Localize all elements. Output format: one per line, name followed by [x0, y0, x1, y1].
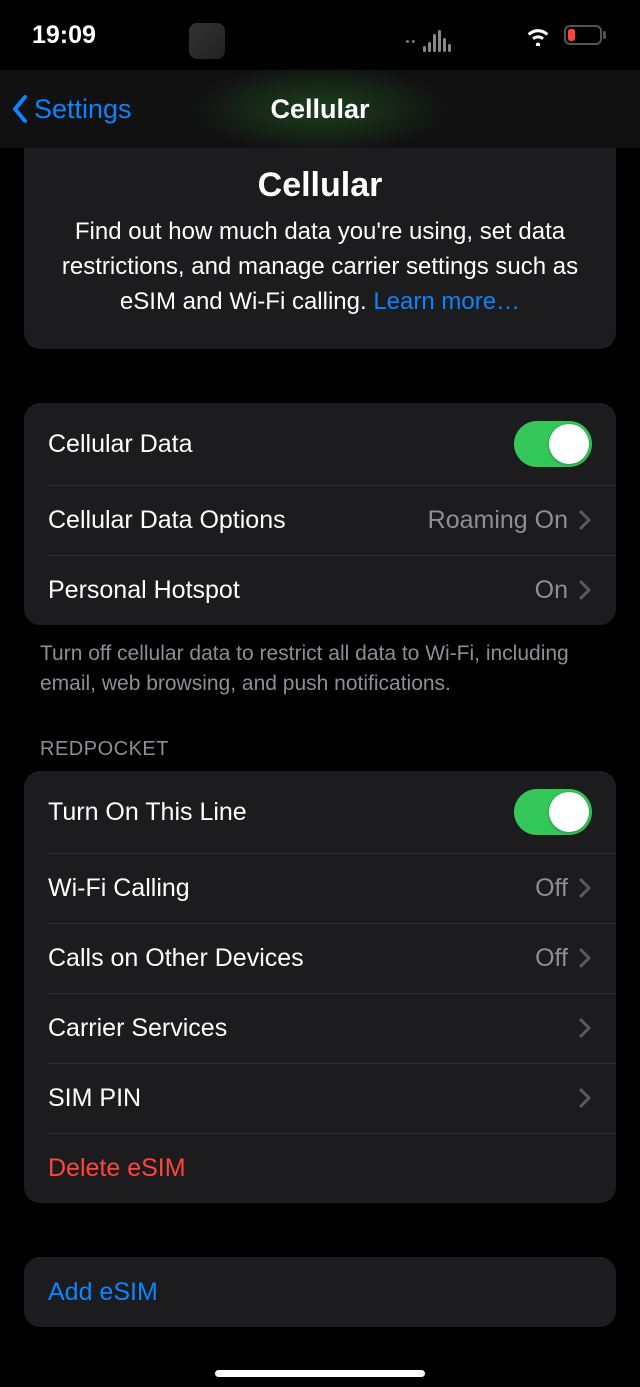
row-label: SIM PIN — [48, 1084, 578, 1113]
intro-title: Cellular — [48, 166, 592, 205]
row-label: Cellular Data — [48, 430, 514, 459]
row-value: On — [535, 576, 568, 605]
add-esim-row[interactable]: Add eSIM — [24, 1257, 616, 1327]
section1-footer: Turn off cellular data to restrict all d… — [0, 625, 640, 698]
row-label: Wi-Fi Calling — [48, 874, 535, 903]
cellular-data-options-row[interactable]: Cellular Data Options Roaming On — [24, 485, 616, 555]
chevron-left-icon — [10, 94, 30, 124]
battery-low-icon — [564, 24, 608, 46]
row-label: Turn On This Line — [48, 798, 514, 827]
status-time: 19:09 — [32, 21, 162, 50]
calls-on-other-devices-row[interactable]: Calls on Other Devices Off — [24, 923, 616, 993]
audio-waveform-icon — [423, 30, 451, 52]
row-value: Off — [535, 944, 568, 973]
row-label: Cellular Data Options — [48, 506, 428, 535]
wifi-calling-row[interactable]: Wi-Fi Calling Off — [24, 853, 616, 923]
cellular-data-toggle[interactable] — [514, 421, 592, 467]
navigation-bar: Settings Cellular — [0, 70, 640, 148]
row-label: Add eSIM — [48, 1278, 592, 1307]
row-label: Personal Hotspot — [48, 576, 535, 605]
add-esim-group: Add eSIM — [24, 1257, 616, 1327]
now-playing-thumbnail — [189, 23, 225, 59]
audio-dots-icon — [406, 40, 415, 43]
carrier-services-row[interactable]: Carrier Services — [24, 993, 616, 1063]
cellular-data-group: Cellular Data Cellular Data Options Roam… — [24, 403, 616, 625]
status-bar: 19:09 — [0, 0, 640, 70]
chevron-right-icon — [578, 579, 592, 601]
turn-on-line-row[interactable]: Turn On This Line — [24, 771, 616, 853]
back-label: Settings — [34, 94, 132, 125]
row-value: Off — [535, 874, 568, 903]
row-label: Calls on Other Devices — [48, 944, 535, 973]
row-label: Delete eSIM — [48, 1154, 592, 1183]
home-indicator[interactable] — [215, 1370, 425, 1377]
delete-esim-row[interactable]: Delete eSIM — [24, 1133, 616, 1203]
personal-hotspot-row[interactable]: Personal Hotspot On — [24, 555, 616, 625]
chevron-right-icon — [578, 509, 592, 531]
intro-text: Find out how much data you're using, set… — [48, 215, 592, 319]
carrier-group: Turn On This Line Wi-Fi Calling Off Call… — [24, 771, 616, 1203]
cellular-data-row[interactable]: Cellular Data — [24, 403, 616, 485]
chevron-right-icon — [578, 1017, 592, 1039]
row-label: Carrier Services — [48, 1014, 578, 1043]
chevron-right-icon — [578, 947, 592, 969]
learn-more-link[interactable]: Learn more… — [373, 288, 520, 315]
back-button[interactable]: Settings — [10, 94, 132, 125]
section2-header: REDPOCKET — [0, 738, 640, 771]
intro-card: Cellular Find out how much data you're u… — [24, 148, 616, 349]
dynamic-island[interactable] — [175, 14, 465, 68]
chevron-right-icon — [578, 1087, 592, 1109]
chevron-right-icon — [578, 877, 592, 899]
wifi-icon — [524, 24, 552, 46]
sim-pin-row[interactable]: SIM PIN — [24, 1063, 616, 1133]
turn-on-line-toggle[interactable] — [514, 789, 592, 835]
row-value: Roaming On — [428, 506, 568, 535]
